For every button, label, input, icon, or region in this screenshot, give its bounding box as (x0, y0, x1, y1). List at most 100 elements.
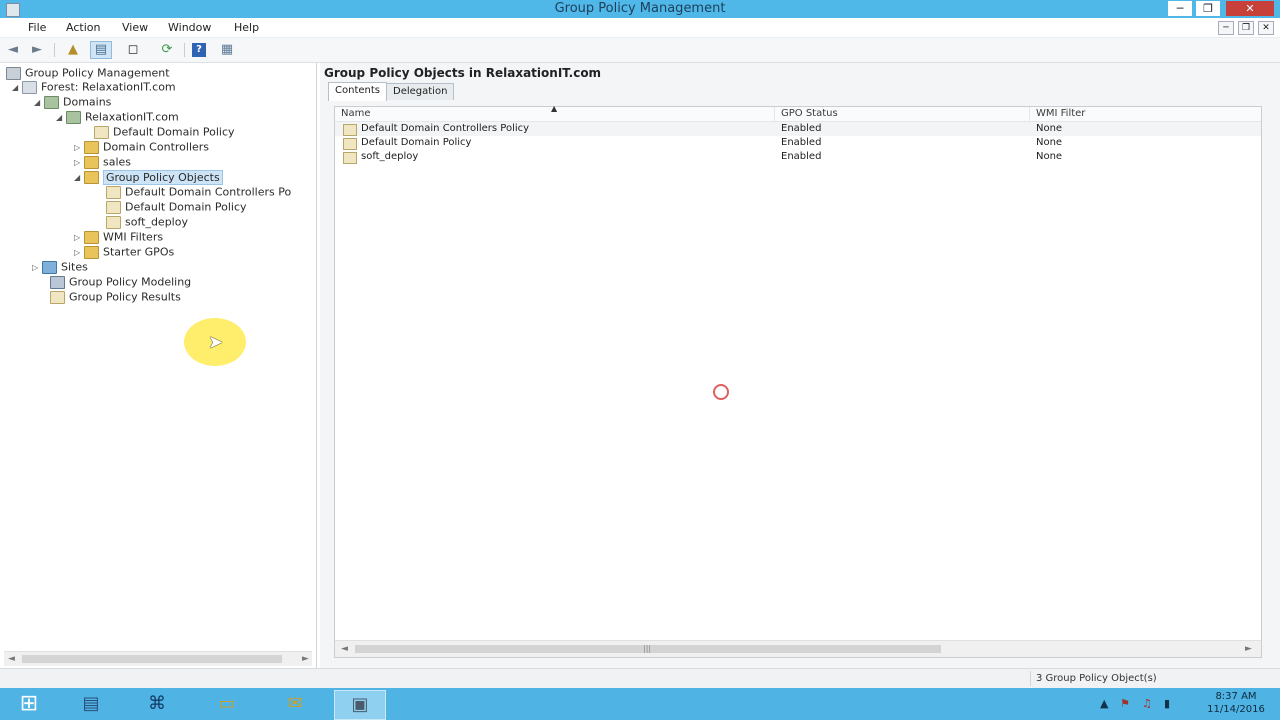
tree-domain[interactable]: ◢ RelaxationIT.com (56, 110, 179, 125)
forest-icon (22, 80, 37, 94)
file-explorer-icon[interactable]: ▭ (202, 690, 252, 718)
tray-network-icon[interactable]: ♫ (1142, 697, 1152, 710)
expand-icon[interactable]: ▷ (74, 233, 84, 242)
group-policy-taskbar-icon[interactable]: ▣ (334, 690, 386, 720)
minimize-button[interactable]: ─ (1168, 1, 1192, 16)
sites-icon (42, 260, 57, 274)
mdi-restore-button[interactable]: ❐ (1238, 21, 1254, 35)
click-indicator (713, 384, 729, 400)
help-icon[interactable]: ? (192, 43, 206, 57)
sort-ascending-icon: ▲ (551, 104, 558, 113)
gpm-icon (6, 66, 21, 80)
row-name: soft_deploy (361, 151, 419, 162)
menu-view[interactable]: View (122, 21, 148, 34)
menu-bar: File Action View Window Help ─ ❐ ✕ (0, 18, 1280, 38)
mdi-close-button[interactable]: ✕ (1258, 21, 1274, 35)
tray-volume-icon[interactable]: ▮ (1164, 697, 1170, 710)
domain-icon (66, 110, 81, 124)
back-arrow-icon[interactable]: ◄ (4, 41, 22, 59)
menu-help[interactable]: Help (234, 21, 259, 34)
clock-time: 8:37 AM (1215, 691, 1257, 702)
tree-root[interactable]: Group Policy Management (6, 66, 170, 81)
collapse-icon[interactable]: ◢ (12, 83, 22, 92)
gpo-icon (106, 215, 121, 229)
table-row[interactable]: soft_deploy Enabled None (335, 150, 1261, 164)
scroll-right-icon[interactable]: ► (302, 652, 309, 666)
collapse-icon[interactable]: ◢ (74, 173, 84, 182)
expand-icon[interactable]: ▷ (74, 143, 84, 152)
server-manager-icon[interactable]: ▤ (66, 690, 116, 718)
folder-icon (84, 245, 99, 259)
row-name: Default Domain Policy (361, 137, 472, 148)
scroll-left-icon[interactable]: ◄ (8, 652, 15, 666)
taskbar-clock[interactable]: 8:37 AM 11/14/2016 (1196, 690, 1276, 716)
details-pane: Group Policy Objects in RelaxationIT.com… (320, 63, 1280, 668)
mdi-minimize-button[interactable]: ─ (1218, 21, 1234, 35)
row-wmi: None (1036, 137, 1063, 148)
tree-item-default-domain-policy[interactable]: Default Domain Policy (84, 125, 235, 140)
show-tree-icon[interactable]: ▤ (90, 41, 112, 59)
tree-item-domain-controllers[interactable]: ▷ Domain Controllers (74, 140, 209, 155)
tab-delegation[interactable]: Delegation (386, 83, 455, 100)
menu-file[interactable]: File (28, 21, 46, 34)
tree-forest[interactable]: ◢ Forest: RelaxationIT.com (12, 80, 176, 95)
menu-action[interactable]: Action (66, 21, 100, 34)
tree-item-starter-gpos[interactable]: ▷ Starter GPOs (74, 245, 174, 260)
tree-item-group-policy-objects[interactable]: ◢ Group Policy Objects (74, 169, 223, 185)
row-status: Enabled (781, 151, 822, 162)
collapse-icon[interactable]: ◢ (56, 113, 66, 122)
gpo-link-icon (94, 125, 109, 139)
row-status: Enabled (781, 123, 822, 134)
tree-domains[interactable]: ◢ Domains (34, 95, 111, 110)
title-bar: Group Policy Management ─ ❐ ✕ (0, 0, 1280, 18)
tree-item-sites[interactable]: ▷ Sites (32, 260, 88, 275)
toolbar: ◄ ► ▲ ▤ ◻ ⟳ ? ▦ (0, 38, 1280, 63)
tree-item-gpo-default-domain[interactable]: Default Domain Policy (106, 200, 247, 215)
column-wmi-filter[interactable]: WMI Filter (1030, 107, 1261, 121)
ou-folder-icon (84, 155, 99, 169)
row-status: Enabled (781, 137, 822, 148)
scroll-grip: ||| (643, 644, 652, 653)
scroll-left-icon[interactable]: ◄ (341, 641, 348, 657)
menu-window[interactable]: Window (168, 21, 211, 34)
new-window-icon[interactable]: ◻ (124, 41, 142, 59)
domains-icon (44, 95, 59, 109)
expand-icon[interactable]: ▷ (32, 263, 42, 272)
expand-icon[interactable]: ▷ (74, 158, 84, 167)
gpo-list: Name ▲ GPO Status WMI Filter Default Dom… (334, 104, 1262, 658)
mail-icon[interactable]: ✉ (270, 690, 320, 718)
tray-overflow-icon[interactable]: ▲ (1100, 697, 1108, 710)
table-row[interactable]: Default Domain Policy Enabled None (335, 136, 1261, 150)
column-gpo-status[interactable]: GPO Status (775, 107, 1030, 121)
tab-contents[interactable]: Contents (328, 82, 387, 101)
forward-arrow-icon[interactable]: ► (28, 41, 46, 59)
expand-icon[interactable]: ▷ (74, 248, 84, 257)
list-horizontal-scrollbar[interactable]: ◄ ||| ► (335, 640, 1261, 657)
scroll-right-icon[interactable]: ► (1245, 641, 1252, 657)
properties-icon[interactable]: ▦ (218, 41, 236, 59)
tree-item-gpo-default-dc[interactable]: Default Domain Controllers Po (106, 185, 291, 200)
tree-item-gpo-soft-deploy[interactable]: soft_deploy (106, 215, 188, 230)
maximize-button[interactable]: ❐ (1196, 1, 1220, 16)
powershell-icon[interactable]: ⌘ (132, 690, 182, 718)
close-button[interactable]: ✕ (1226, 1, 1274, 16)
gpo-icon (343, 124, 357, 136)
start-button[interactable]: ⊞ (4, 690, 54, 718)
modeling-icon (50, 275, 65, 289)
tree-item-results[interactable]: Group Policy Results (50, 290, 181, 305)
tree-item-sales[interactable]: ▷ sales (74, 155, 131, 170)
tree-item-wmi-filters[interactable]: ▷ WMI Filters (74, 230, 163, 245)
tree-item-modeling[interactable]: Group Policy Modeling (50, 275, 191, 290)
folder-icon (84, 230, 99, 244)
gpo-icon (343, 152, 357, 164)
refresh-icon[interactable]: ⟳ (158, 41, 176, 59)
table-row[interactable]: Default Domain Controllers Policy Enable… (335, 122, 1261, 136)
collapse-icon[interactable]: ◢ (34, 98, 44, 107)
ou-folder-icon (84, 140, 99, 154)
tray-flag-icon[interactable]: ⚑ (1120, 697, 1130, 710)
results-icon (50, 290, 65, 304)
tree-horizontal-scrollbar[interactable]: ◄ ► (4, 651, 312, 666)
console-tree: Group Policy Management ◢ Forest: Relaxat… (0, 63, 317, 668)
up-folder-icon[interactable]: ▲ (64, 41, 82, 59)
scroll-thumb[interactable] (22, 655, 282, 663)
